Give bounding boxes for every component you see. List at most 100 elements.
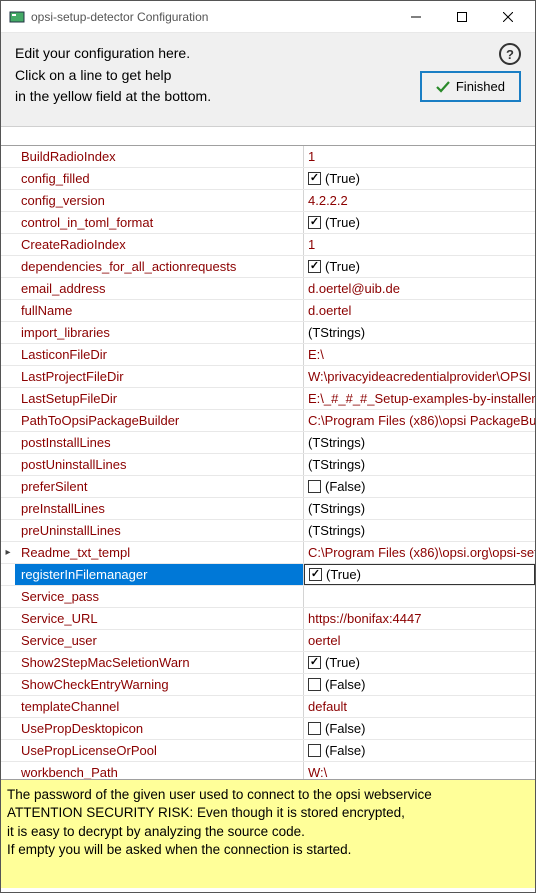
config-value[interactable]: oertel	[304, 630, 535, 651]
config-value[interactable]: default	[304, 696, 535, 717]
config-value[interactable]: d.oertel	[304, 300, 535, 321]
config-row[interactable]: templateChanneldefault	[1, 696, 535, 718]
config-key[interactable]: Readme_txt_templ	[15, 542, 304, 563]
config-key[interactable]: workbench_Path	[15, 762, 304, 780]
config-row[interactable]: BuildRadioIndex1	[1, 146, 535, 168]
config-value[interactable]: (True)	[304, 652, 535, 673]
config-key[interactable]: control_in_toml_format	[15, 212, 304, 233]
config-row[interactable]: preUninstallLines(TStrings)	[1, 520, 535, 542]
config-key[interactable]: UsePropLicenseOrPool	[15, 740, 304, 761]
config-key[interactable]: Show2StepMacSeletionWarn	[15, 652, 304, 673]
config-value[interactable]	[304, 586, 535, 607]
config-value[interactable]: https://bonifax:4447	[304, 608, 535, 629]
config-row[interactable]: PathToOpsiPackageBuilderC:\Program Files…	[1, 410, 535, 432]
config-key[interactable]: ShowCheckEntryWarning	[15, 674, 304, 695]
config-value[interactable]: (TStrings)	[304, 520, 535, 541]
config-value[interactable]: W:\privacyideacredentialprovider\OPSI	[304, 366, 535, 387]
config-row[interactable]: LastProjectFileDirW:\privacyideacredenti…	[1, 366, 535, 388]
config-key[interactable]: postUninstallLines	[15, 454, 304, 475]
config-row[interactable]: postInstallLines(TStrings)	[1, 432, 535, 454]
config-key[interactable]: templateChannel	[15, 696, 304, 717]
config-row[interactable]: config_version4.2.2.2	[1, 190, 535, 212]
config-key[interactable]: BuildRadioIndex	[15, 146, 304, 167]
config-row[interactable]: LastSetupFileDirE:\_#_#_#_Setup-examples…	[1, 388, 535, 410]
config-value[interactable]: (True)	[304, 168, 535, 189]
config-value[interactable]: 1	[304, 234, 535, 255]
config-value[interactable]: (True)	[304, 564, 535, 585]
config-row[interactable]: ▸Readme_txt_templC:\Program Files (x86)\…	[1, 542, 535, 564]
config-value[interactable]: (False)	[304, 740, 535, 761]
config-row[interactable]: registerInFilemanager(True)	[1, 564, 535, 586]
config-key[interactable]: import_libraries	[15, 322, 304, 343]
checkbox-icon[interactable]	[308, 172, 321, 185]
config-row[interactable]: email_addressd.oertel@uib.de	[1, 278, 535, 300]
config-value[interactable]: E:\_#_#_#_Setup-examples-by-installer	[304, 388, 535, 409]
config-value[interactable]: (False)	[304, 476, 535, 497]
config-row[interactable]: dependencies_for_all_actionrequests(True…	[1, 256, 535, 278]
config-key[interactable]: Service_URL	[15, 608, 304, 629]
config-key[interactable]: CreateRadioIndex	[15, 234, 304, 255]
config-row[interactable]: control_in_toml_format(True)	[1, 212, 535, 234]
config-row[interactable]: config_filled(True)	[1, 168, 535, 190]
checkbox-icon[interactable]	[309, 568, 322, 581]
help-icon[interactable]: ?	[499, 43, 521, 65]
config-row[interactable]: Show2StepMacSeletionWarn(True)	[1, 652, 535, 674]
checkbox-icon[interactable]	[308, 678, 321, 691]
config-row[interactable]: preferSilent(False)	[1, 476, 535, 498]
config-value[interactable]: C:\Program Files (x86)\opsi.org\opsi-set	[304, 542, 535, 563]
config-value[interactable]: 1	[304, 146, 535, 167]
checkbox-icon[interactable]	[308, 216, 321, 229]
config-row[interactable]: fullNamed.oertel	[1, 300, 535, 322]
config-key[interactable]: dependencies_for_all_actionrequests	[15, 256, 304, 277]
config-key[interactable]: preInstallLines	[15, 498, 304, 519]
config-value[interactable]: (TStrings)	[304, 454, 535, 475]
minimize-button[interactable]	[393, 2, 439, 32]
config-key[interactable]: preferSilent	[15, 476, 304, 497]
config-value[interactable]: d.oertel@uib.de	[304, 278, 535, 299]
config-row[interactable]: postUninstallLines(TStrings)	[1, 454, 535, 476]
config-row[interactable]: LasticonFileDirE:\	[1, 344, 535, 366]
titlebar[interactable]: opsi-setup-detector Configuration	[1, 1, 535, 33]
checkbox-icon[interactable]	[308, 480, 321, 493]
config-value[interactable]: (True)	[304, 212, 535, 233]
config-value[interactable]: C:\Program Files (x86)\opsi PackageBuil	[304, 410, 535, 431]
config-key[interactable]: preUninstallLines	[15, 520, 304, 541]
checkbox-icon[interactable]	[308, 744, 321, 757]
config-row[interactable]: UsePropLicenseOrPool(False)	[1, 740, 535, 762]
config-key[interactable]: email_address	[15, 278, 304, 299]
config-key[interactable]: config_version	[15, 190, 304, 211]
config-value[interactable]: (False)	[304, 718, 535, 739]
config-key[interactable]: LastProjectFileDir	[15, 366, 304, 387]
maximize-button[interactable]	[439, 2, 485, 32]
finished-button[interactable]: Finished	[420, 71, 521, 102]
config-grid[interactable]: BuildRadioIndex1config_filled(True)confi…	[1, 145, 535, 780]
config-value[interactable]: W:\	[304, 762, 535, 780]
config-row[interactable]: Service_useroertel	[1, 630, 535, 652]
config-row[interactable]: Service_URLhttps://bonifax:4447	[1, 608, 535, 630]
config-row[interactable]: Service_pass	[1, 586, 535, 608]
config-key[interactable]: fullName	[15, 300, 304, 321]
config-value[interactable]: (TStrings)	[304, 322, 535, 343]
config-value[interactable]: E:\	[304, 344, 535, 365]
config-value[interactable]: 4.2.2.2	[304, 190, 535, 211]
checkbox-icon[interactable]	[308, 722, 321, 735]
config-key[interactable]: Service_user	[15, 630, 304, 651]
config-key[interactable]: config_filled	[15, 168, 304, 189]
config-key[interactable]: postInstallLines	[15, 432, 304, 453]
config-value[interactable]: (TStrings)	[304, 432, 535, 453]
config-key[interactable]: Service_pass	[15, 586, 304, 607]
config-key[interactable]: LasticonFileDir	[15, 344, 304, 365]
config-value[interactable]: (True)	[304, 256, 535, 277]
close-button[interactable]	[485, 2, 531, 32]
config-key[interactable]: UsePropDesktopicon	[15, 718, 304, 739]
config-row[interactable]: ShowCheckEntryWarning(False)	[1, 674, 535, 696]
config-row[interactable]: CreateRadioIndex1	[1, 234, 535, 256]
config-key[interactable]: LastSetupFileDir	[15, 388, 304, 409]
checkbox-icon[interactable]	[308, 260, 321, 273]
config-row[interactable]: UsePropDesktopicon(False)	[1, 718, 535, 740]
checkbox-icon[interactable]	[308, 656, 321, 669]
config-value[interactable]: (TStrings)	[304, 498, 535, 519]
config-row[interactable]: preInstallLines(TStrings)	[1, 498, 535, 520]
config-key[interactable]: registerInFilemanager	[15, 564, 304, 585]
config-value[interactable]: (False)	[304, 674, 535, 695]
